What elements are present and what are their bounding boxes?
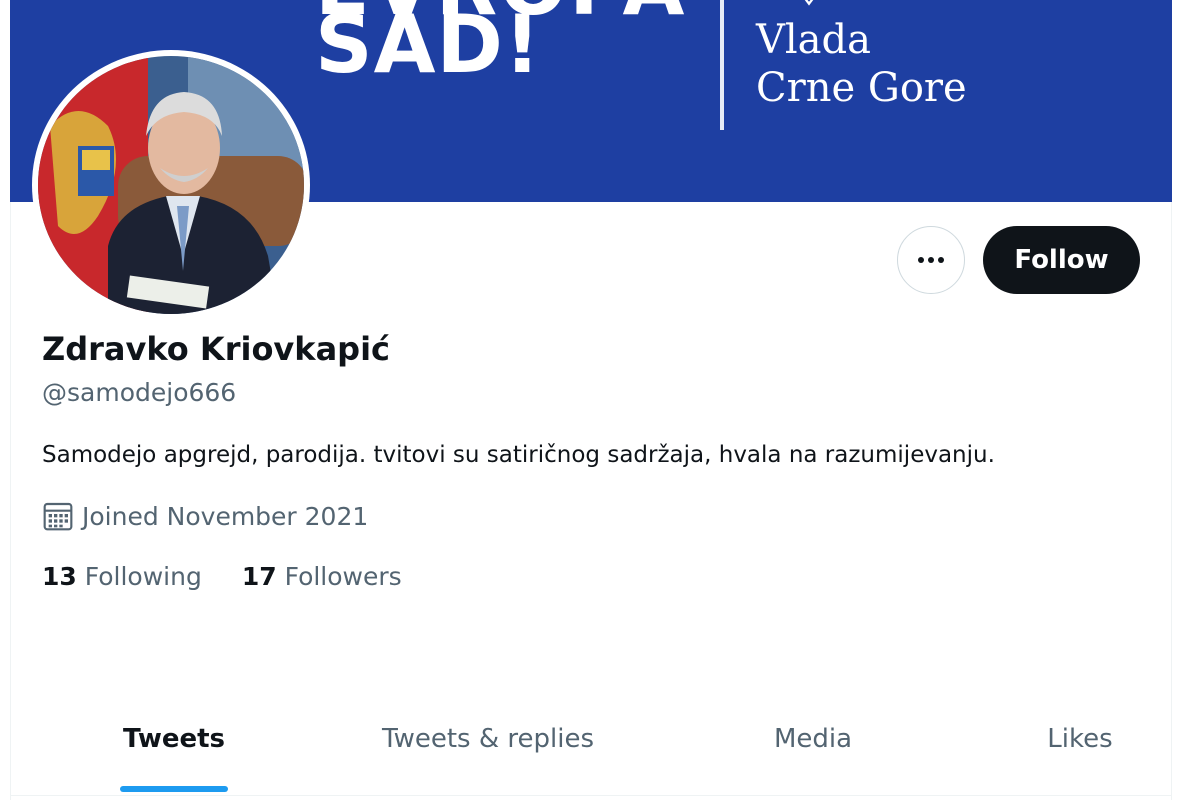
banner-org-line1: Vlada	[756, 17, 871, 63]
calendar-icon	[43, 502, 73, 531]
profile-page: EVROPA SAD! Vlada Crne Gore	[0, 0, 1200, 800]
more-options-button[interactable]	[897, 226, 965, 294]
following-count: 13	[42, 562, 77, 591]
tabs-divider	[10, 795, 1172, 796]
avatar-photo	[38, 56, 304, 314]
following-link[interactable]: 13 Following	[42, 562, 202, 591]
tab-label: Likes	[1047, 724, 1113, 754]
tab-tweets-and-replies[interactable]: Tweets & replies	[338, 700, 638, 796]
tab-likes[interactable]: Likes	[988, 700, 1172, 796]
banner-headline: SAD!	[315, 0, 542, 91]
avatar-portrait-illustration	[38, 56, 304, 314]
joined-text: Joined November 2021	[82, 501, 369, 531]
banner-divider	[720, 0, 724, 130]
display-name: Zdravko Kriovkapić	[42, 330, 390, 368]
tab-tweets[interactable]: Tweets	[10, 700, 338, 796]
user-handle: @samodejo666	[42, 378, 237, 407]
tab-media[interactable]: Media	[638, 700, 988, 796]
follow-stats: 13 Following 17 Followers	[42, 562, 442, 591]
follow-button[interactable]: Follow	[983, 226, 1140, 294]
banner-org-name: Vlada Crne Gore	[756, 16, 967, 112]
tab-label: Media	[773, 724, 853, 754]
following-label: Following	[84, 562, 202, 591]
tab-label: Tweets & replies	[382, 724, 594, 754]
profile-tabs: Tweets Tweets & replies Media Likes	[10, 700, 1172, 796]
followers-label: Followers	[284, 562, 402, 591]
joined-date: Joined November 2021	[42, 500, 368, 532]
more-horizontal-icon	[918, 257, 944, 263]
followers-link[interactable]: 17 Followers	[242, 562, 402, 591]
coat-of-arms-icon	[804, 0, 814, 6]
profile-bio: Samodejo apgrejd, parodija. tvitovi su s…	[42, 442, 995, 468]
profile-avatar[interactable]	[32, 50, 310, 320]
followers-count: 17	[241, 562, 277, 591]
banner-org-line2: Crne Gore	[756, 65, 967, 111]
active-tab-indicator	[120, 786, 228, 792]
